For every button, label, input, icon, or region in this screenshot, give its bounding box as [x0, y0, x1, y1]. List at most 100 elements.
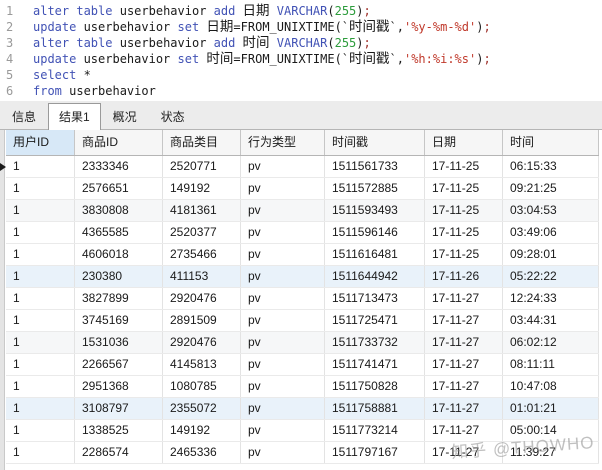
table-row[interactable]: 115310362920476pv151173373217-11-2706:02…	[6, 332, 599, 354]
table-cell[interactable]: pv	[241, 266, 325, 287]
table-row[interactable]: 123333462520771pv151156173317-11-2506:15…	[6, 156, 599, 178]
table-cell[interactable]: 10:47:08	[503, 376, 599, 397]
table-cell[interactable]: 1080785	[163, 376, 241, 397]
table-cell[interactable]: 1	[6, 442, 75, 463]
table-cell[interactable]: 1	[6, 266, 75, 287]
table-cell[interactable]: 12:24:33	[503, 288, 599, 309]
table-cell[interactable]: 230380	[75, 266, 163, 287]
table-cell[interactable]: 4145813	[163, 354, 241, 375]
table-cell[interactable]: 1511750828	[325, 376, 425, 397]
table-cell[interactable]: 1	[6, 420, 75, 441]
table-cell[interactable]: 1	[6, 332, 75, 353]
table-cell[interactable]: 3745169	[75, 310, 163, 331]
table-cell[interactable]: 17-11-25	[425, 156, 503, 177]
table-cell[interactable]: 17-11-27	[425, 442, 503, 463]
table-row[interactable]: 131087972355072pv151175888117-11-2701:01…	[6, 398, 599, 420]
table-cell[interactable]: 1511616481	[325, 244, 425, 265]
table-cell[interactable]: 17-11-25	[425, 178, 503, 199]
table-cell[interactable]: 17-11-26	[425, 266, 503, 287]
table-cell[interactable]: 1	[6, 156, 75, 177]
table-cell[interactable]: 09:28:01	[503, 244, 599, 265]
table-cell[interactable]: 411153	[163, 266, 241, 287]
table-cell[interactable]: 09:21:25	[503, 178, 599, 199]
table-cell[interactable]: 1	[6, 398, 75, 419]
table-cell[interactable]: 3830808	[75, 200, 163, 221]
table-cell[interactable]: 03:04:53	[503, 200, 599, 221]
table-cell[interactable]: 1511713473	[325, 288, 425, 309]
table-row[interactable]: 129513681080785pv151175082817-11-2710:47…	[6, 376, 599, 398]
column-header[interactable]: 商品ID	[75, 130, 163, 155]
table-row[interactable]: 122665674145813pv151174147117-11-2708:11…	[6, 354, 599, 376]
table-cell[interactable]: 06:15:33	[503, 156, 599, 177]
table-cell[interactable]: pv	[241, 156, 325, 177]
table-cell[interactable]: 1	[6, 288, 75, 309]
table-cell[interactable]: 1511733732	[325, 332, 425, 353]
table-cell[interactable]: 3827899	[75, 288, 163, 309]
column-header[interactable]: 时间	[503, 130, 599, 155]
table-cell[interactable]: 2520771	[163, 156, 241, 177]
table-cell[interactable]: 1511644942	[325, 266, 425, 287]
table-row[interactable]: 11338525149192pv151177321417-11-2705:00:…	[6, 420, 599, 442]
table-row[interactable]: 138308084181361pv151159349317-11-2503:04…	[6, 200, 599, 222]
table-cell[interactable]: 17-11-25	[425, 244, 503, 265]
column-header[interactable]: 日期	[425, 130, 503, 155]
table-cell[interactable]: pv	[241, 442, 325, 463]
table-cell[interactable]: 2920476	[163, 332, 241, 353]
column-header[interactable]: 商品类目	[163, 130, 241, 155]
table-cell[interactable]: pv	[241, 310, 325, 331]
table-cell[interactable]: pv	[241, 354, 325, 375]
table-cell[interactable]: pv	[241, 420, 325, 441]
table-cell[interactable]: pv	[241, 398, 325, 419]
table-cell[interactable]: pv	[241, 178, 325, 199]
table-cell[interactable]: 17-11-25	[425, 222, 503, 243]
table-cell[interactable]: 2266567	[75, 354, 163, 375]
table-cell[interactable]: 2576651	[75, 178, 163, 199]
table-cell[interactable]: 1	[6, 200, 75, 221]
table-cell[interactable]: 1511593493	[325, 200, 425, 221]
table-row[interactable]: 137451692891509pv151172547117-11-2703:44…	[6, 310, 599, 332]
table-cell[interactable]: 03:49:06	[503, 222, 599, 243]
table-cell[interactable]: 2520377	[163, 222, 241, 243]
table-cell[interactable]: 05:00:14	[503, 420, 599, 441]
table-row[interactable]: 1230380411153pv151164494217-11-2605:22:2…	[6, 266, 599, 288]
table-cell[interactable]: 2891509	[163, 310, 241, 331]
table-cell[interactable]: 1	[6, 178, 75, 199]
table-cell[interactable]: 1	[6, 222, 75, 243]
table-cell[interactable]: pv	[241, 222, 325, 243]
table-cell[interactable]: 17-11-27	[425, 332, 503, 353]
table-cell[interactable]: pv	[241, 288, 325, 309]
column-header[interactable]: 行为类型	[241, 130, 325, 155]
tab-info[interactable]: 信息	[0, 106, 48, 129]
table-cell[interactable]: 17-11-27	[425, 310, 503, 331]
table-cell[interactable]: 2951368	[75, 376, 163, 397]
table-row[interactable]: 12576651149192pv151157288517-11-2509:21:…	[6, 178, 599, 200]
table-cell[interactable]: 3108797	[75, 398, 163, 419]
table-cell[interactable]: 17-11-27	[425, 398, 503, 419]
table-cell[interactable]: 4181361	[163, 200, 241, 221]
sql-editor[interactable]: 1alter table userbehavior add 日期 VARCHAR…	[0, 0, 602, 101]
table-cell[interactable]: 1511741471	[325, 354, 425, 375]
table-cell[interactable]: 2286574	[75, 442, 163, 463]
table-cell[interactable]: 17-11-27	[425, 354, 503, 375]
column-header[interactable]: 时间戳	[325, 130, 425, 155]
table-cell[interactable]: 03:44:31	[503, 310, 599, 331]
table-cell[interactable]: 17-11-27	[425, 288, 503, 309]
table-cell[interactable]: 149192	[163, 178, 241, 199]
table-cell[interactable]: 1511797167	[325, 442, 425, 463]
table-cell[interactable]: pv	[241, 332, 325, 353]
table-cell[interactable]: 2735466	[163, 244, 241, 265]
table-cell[interactable]: 11:39:27	[503, 442, 599, 463]
table-cell[interactable]: 1	[6, 244, 75, 265]
table-cell[interactable]: 4606018	[75, 244, 163, 265]
tab-status[interactable]: 状态	[149, 106, 197, 129]
table-cell[interactable]: 2920476	[163, 288, 241, 309]
column-header[interactable]: 用户ID	[6, 130, 75, 155]
table-cell[interactable]: 2333346	[75, 156, 163, 177]
table-cell[interactable]: pv	[241, 244, 325, 265]
table-row[interactable]: 146060182735466pv151161648117-11-2509:28…	[6, 244, 599, 266]
table-cell[interactable]: 08:11:11	[503, 354, 599, 375]
table-cell[interactable]: 05:22:22	[503, 266, 599, 287]
table-row[interactable]: 138278992920476pv151171347317-11-2712:24…	[6, 288, 599, 310]
table-cell[interactable]: pv	[241, 376, 325, 397]
table-cell[interactable]: 149192	[163, 420, 241, 441]
